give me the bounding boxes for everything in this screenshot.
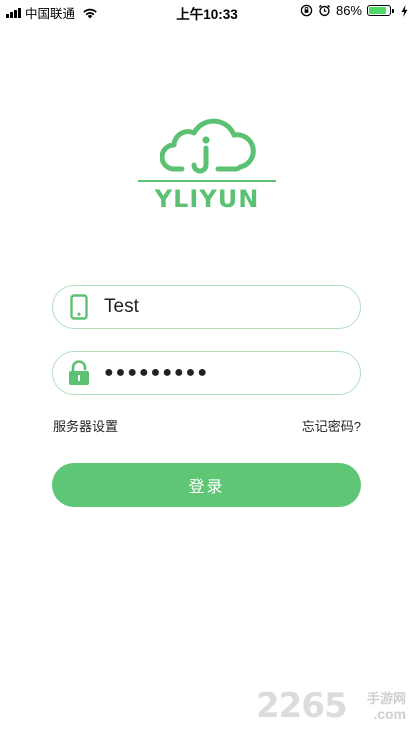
password-masked-value: ●●●●●●●●●	[104, 364, 209, 381]
password-field[interactable]: ●●●●●●●●●	[52, 351, 361, 395]
forgot-password-link[interactable]: 忘记密码?	[302, 416, 361, 435]
login-button-label: 登录	[188, 479, 225, 496]
logo-text: YLIYUN	[154, 185, 260, 213]
username-value: Test	[104, 296, 139, 317]
lock-icon	[68, 360, 90, 386]
rotation-lock-icon	[300, 4, 313, 17]
status-right: 86%	[300, 3, 408, 18]
battery-percent: 86%	[335, 3, 362, 18]
login-button[interactable]: 登录	[52, 463, 361, 507]
alarm-icon	[318, 4, 331, 17]
phone-icon	[68, 294, 90, 320]
watermark-number: 2265	[256, 686, 348, 726]
login-screen: 中国联通 上午10:33 86% YLIYUN Test ●●●●●●●●● 服…	[0, 0, 414, 736]
charging-bolt-icon	[401, 4, 408, 17]
app-logo: YLIYUN	[138, 113, 276, 217]
logo-divider	[138, 180, 276, 182]
cloud-i-icon	[160, 118, 256, 174]
username-field[interactable]: Test	[52, 285, 361, 329]
watermark-site: 手游网	[366, 691, 406, 706]
watermark-domain: .com	[373, 706, 406, 722]
server-settings-link[interactable]: 服务器设置	[53, 416, 118, 435]
status-bar: 中国联通 上午10:33 86%	[0, 0, 414, 22]
battery-icon	[367, 5, 394, 16]
site-watermark: 2265 手游网 .com	[256, 682, 406, 726]
